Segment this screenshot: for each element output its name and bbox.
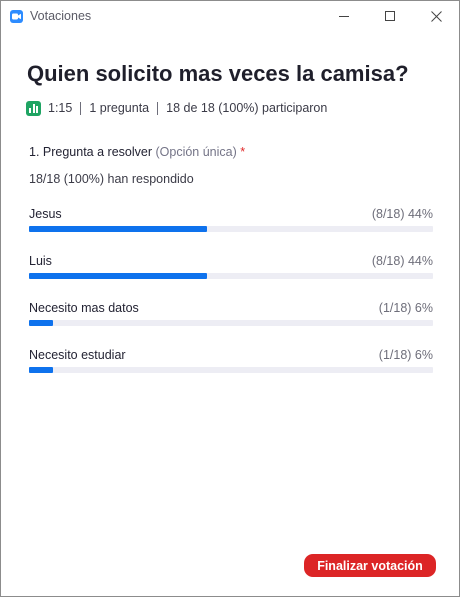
meta-divider	[80, 101, 82, 115]
question-count: 1 pregunta	[89, 101, 150, 115]
option-stat: (8/18) 44%	[371, 254, 433, 268]
title-bar[interactable]: Votaciones	[1, 1, 459, 32]
option-result: Necesito estudiar (1/18) 6%	[29, 348, 433, 378]
window-title: Votaciones	[30, 9, 92, 23]
meta-divider	[157, 101, 159, 115]
participation-count: 18 de 18 (100%) participaron	[166, 101, 328, 115]
option-stat: (1/18) 6%	[378, 301, 433, 315]
option-bar-track	[29, 273, 433, 279]
minimize-icon	[338, 16, 349, 17]
option-bar-fill	[29, 226, 207, 232]
option-result: Luis (8/18) 44%	[29, 254, 433, 284]
option-result: Necesito mas datos (1/18) 6%	[29, 301, 433, 331]
option-bar-fill	[29, 367, 54, 373]
response-count: 18/18 (100%) han respondido	[29, 172, 194, 186]
poll-results-icon	[26, 100, 41, 116]
question-text: 1. Pregunta a resolver	[29, 145, 152, 159]
question-type: (Opción única)	[155, 145, 237, 159]
option-bar-fill	[29, 320, 54, 326]
option-label: Necesito estudiar	[29, 348, 126, 362]
minimize-button[interactable]	[321, 1, 367, 32]
option-label: Luis	[29, 254, 52, 268]
option-label: Jesus	[29, 207, 62, 221]
maximize-icon	[384, 11, 395, 21]
option-stat: (8/18) 44%	[371, 207, 433, 221]
end-poll-button[interactable]: Finalizar votación	[304, 554, 436, 577]
elapsed-time: 1:15	[48, 101, 73, 115]
required-mark: *	[240, 145, 246, 159]
option-label: Necesito mas datos	[29, 301, 139, 315]
poll-window: Votaciones Quien solicito mas veces la c…	[0, 0, 460, 597]
poll-meta: 1:15 1 pregunta 18 de 18 (100%) particip…	[26, 99, 327, 117]
option-bar-track	[29, 320, 433, 326]
option-result: Jesus (8/18) 44%	[29, 207, 433, 237]
close-button[interactable]	[413, 1, 459, 32]
option-stat: (1/18) 6%	[378, 348, 433, 362]
close-icon	[430, 11, 442, 22]
option-bar-track	[29, 226, 433, 232]
poll-title: Quien solicito mas veces la camisa?	[27, 61, 409, 86]
option-bar-fill	[29, 273, 207, 279]
option-bar-track	[29, 367, 433, 373]
zoom-camera-icon	[10, 10, 23, 23]
question-label: 1. Pregunta a resolver (Opción única) *	[29, 145, 245, 159]
maximize-button[interactable]	[367, 1, 413, 32]
